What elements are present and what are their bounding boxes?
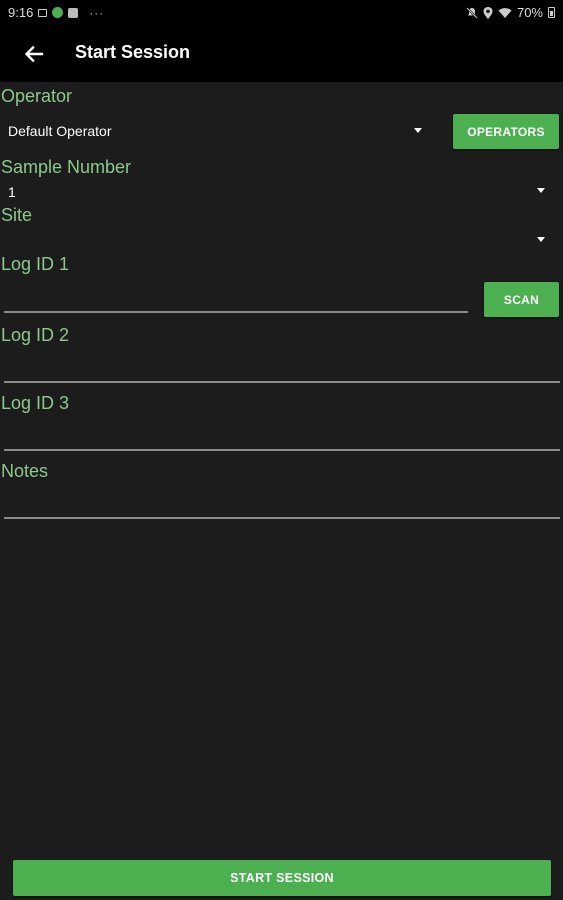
log-id-1-field[interactable] bbox=[4, 283, 468, 313]
notes-label: Notes bbox=[1, 461, 49, 481]
overflow-dots: ··· bbox=[89, 5, 105, 20]
a-app-icon bbox=[68, 7, 79, 18]
log-id-1-label: Log ID 1 bbox=[1, 254, 70, 274]
operators-button[interactable]: OPERATORS bbox=[453, 114, 559, 149]
battery-icon bbox=[548, 7, 555, 18]
log-id-3-field[interactable] bbox=[4, 421, 560, 451]
log-id-3-label: Log ID 3 bbox=[1, 393, 70, 413]
arrow-left-icon bbox=[24, 45, 44, 63]
site-select[interactable] bbox=[0, 228, 560, 250]
app-bar: Start Session bbox=[0, 26, 563, 82]
wifi-icon bbox=[498, 7, 512, 18]
status-bar: 9:16 ··· 70% bbox=[0, 0, 563, 26]
scan-button[interactable]: SCAN bbox=[484, 282, 559, 317]
chevron-down-icon bbox=[537, 188, 545, 193]
operator-select-value: Default Operator bbox=[8, 123, 112, 139]
start-session-screen: 9:16 ··· 70% Start Session Operator Defa… bbox=[0, 0, 563, 900]
green-app-icon bbox=[52, 7, 64, 18]
status-time: 9:16 bbox=[8, 5, 34, 20]
sample-number-select-value: 1 bbox=[8, 184, 16, 200]
operator-label: Operator bbox=[1, 86, 73, 106]
sample-number-select[interactable]: 1 bbox=[0, 181, 560, 203]
battery-percent: 70% bbox=[516, 5, 543, 20]
status-right: 70% bbox=[466, 5, 555, 20]
status-left: 9:16 ··· bbox=[8, 5, 104, 20]
chevron-down-icon bbox=[537, 237, 545, 242]
notes-field[interactable] bbox=[4, 489, 560, 519]
mute-icon bbox=[466, 6, 478, 19]
chevron-down-icon bbox=[414, 128, 422, 133]
location-icon bbox=[483, 6, 493, 19]
log-id-2-field[interactable] bbox=[4, 353, 560, 383]
site-label: Site bbox=[1, 205, 33, 225]
operator-select[interactable]: Default Operator bbox=[0, 116, 432, 146]
back-button[interactable] bbox=[20, 40, 48, 68]
start-session-button[interactable]: START SESSION bbox=[13, 860, 551, 896]
sample-number-label: Sample Number bbox=[1, 157, 132, 177]
page-title: Start Session bbox=[75, 42, 191, 62]
image-icon bbox=[38, 8, 48, 17]
log-id-2-label: Log ID 2 bbox=[1, 325, 70, 345]
